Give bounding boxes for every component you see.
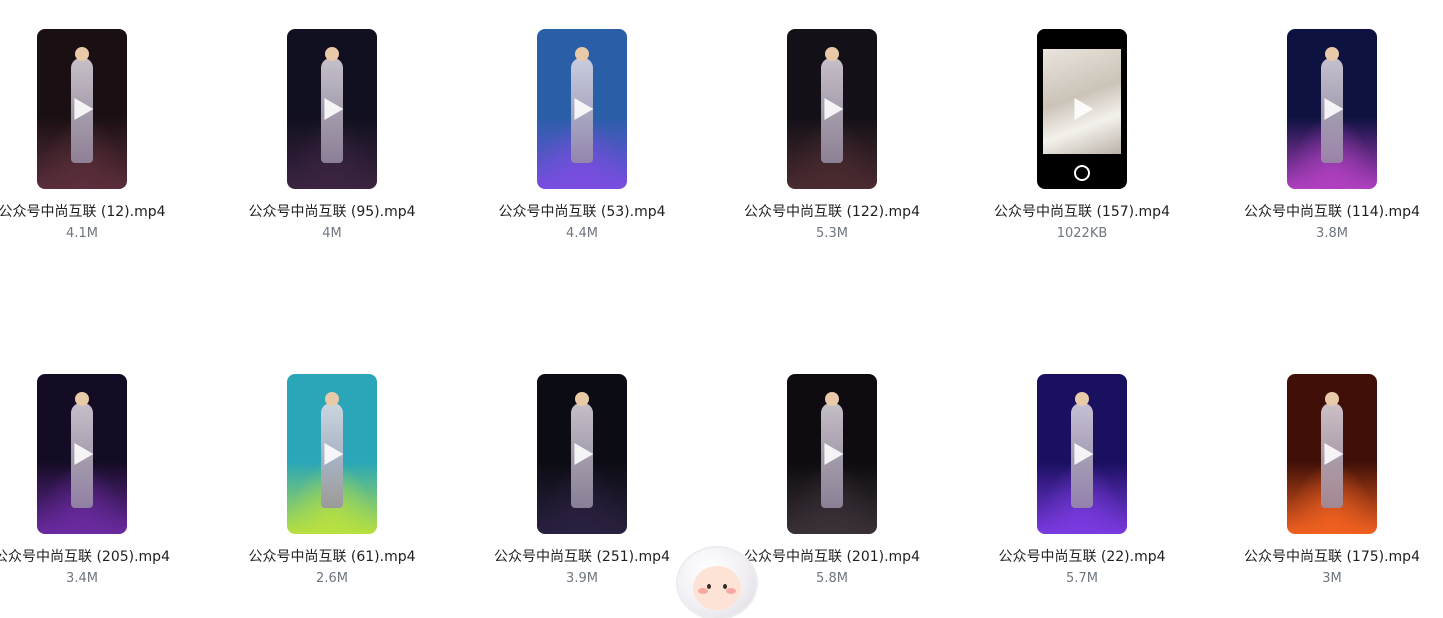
mascot-cheek	[698, 588, 708, 594]
file-name: 公众号中尚互联 (12).mp4	[0, 204, 166, 220]
video-file-tile[interactable]: 公众号中尚互联 (205).mp4 3.4M	[0, 374, 207, 590]
performer-head	[324, 391, 340, 406]
file-name: 公众号中尚互联 (122).mp4	[744, 204, 920, 220]
video-thumbnail[interactable]	[37, 374, 127, 534]
play-icon[interactable]	[74, 98, 94, 120]
play-icon[interactable]	[574, 98, 594, 120]
camera-shutter-icon	[1074, 165, 1090, 181]
video-file-tile[interactable]: 公众号中尚互联 (12).mp4 4.1M	[0, 29, 207, 245]
performer-head	[574, 46, 590, 61]
performer-head	[1324, 391, 1340, 406]
video-file-tile[interactable]: 公众号中尚互联 (251).mp4 3.9M	[457, 374, 707, 590]
file-size: 5.8M	[816, 571, 848, 586]
play-icon[interactable]	[574, 443, 594, 465]
file-size: 1022KB	[1056, 226, 1108, 241]
file-size: 2.6M	[316, 571, 348, 586]
video-thumbnail[interactable]	[37, 29, 127, 189]
file-name: 公众号中尚互联 (53).mp4	[498, 204, 666, 220]
video-thumbnail[interactable]	[1037, 374, 1127, 534]
video-thumbnail[interactable]	[537, 29, 627, 189]
play-icon[interactable]	[324, 98, 344, 120]
file-name: 公众号中尚互联 (251).mp4	[494, 549, 670, 565]
file-name: 公众号中尚互联 (205).mp4	[0, 549, 170, 565]
video-thumbnail[interactable]	[787, 29, 877, 189]
play-icon[interactable]	[824, 443, 844, 465]
video-thumbnail[interactable]	[287, 29, 377, 189]
video-thumbnail[interactable]	[537, 374, 627, 534]
play-icon[interactable]	[824, 98, 844, 120]
video-file-tile[interactable]: 公众号中尚互联 (114).mp4 3.8M	[1207, 29, 1443, 245]
video-thumbnail[interactable]	[1287, 374, 1377, 534]
file-name: 公众号中尚互联 (22).mp4	[998, 549, 1166, 565]
play-icon[interactable]	[1074, 98, 1094, 120]
video-file-tile[interactable]: 公众号中尚互联 (175).mp4 3M	[1207, 374, 1443, 590]
file-size: 3.8M	[1316, 226, 1348, 241]
file-name: 公众号中尚互联 (175).mp4	[1244, 549, 1420, 565]
performer-head	[74, 391, 90, 406]
video-file-tile[interactable]: 公众号中尚互联 (122).mp4 5.3M	[707, 29, 957, 245]
video-file-tile[interactable]: 公众号中尚互联 (53).mp4 4.4M	[457, 29, 707, 245]
video-file-tile[interactable]: 公众号中尚互联 (157).mp4 1022KB	[957, 29, 1207, 245]
file-size: 4M	[322, 226, 342, 241]
play-icon[interactable]	[1324, 98, 1344, 120]
video-thumbnail[interactable]	[287, 374, 377, 534]
file-size: 5.7M	[1066, 571, 1098, 586]
performer-head	[1324, 46, 1340, 61]
file-size: 4.1M	[66, 226, 98, 241]
file-name: 公众号中尚互联 (95).mp4	[248, 204, 416, 220]
performer-head	[324, 46, 340, 61]
performer-head	[1074, 391, 1090, 406]
performer-head	[74, 46, 90, 61]
file-name: 公众号中尚互联 (114).mp4	[1244, 204, 1420, 220]
file-size: 3M	[1322, 571, 1342, 586]
performer-head	[824, 46, 840, 61]
video-file-tile[interactable]: 公众号中尚互联 (22).mp4 5.7M	[957, 374, 1207, 590]
sheep-mascot-icon[interactable]	[676, 548, 758, 618]
file-name: 公众号中尚互联 (201).mp4	[744, 549, 920, 565]
video-thumbnail[interactable]	[1037, 29, 1127, 189]
play-icon[interactable]	[324, 443, 344, 465]
mascot-cheek	[726, 588, 736, 594]
play-icon[interactable]	[74, 443, 94, 465]
file-name: 公众号中尚互联 (157).mp4	[994, 204, 1170, 220]
video-file-tile[interactable]: 公众号中尚互联 (61).mp4 2.6M	[207, 374, 457, 590]
mascot-eye	[707, 584, 711, 589]
file-size: 5.3M	[816, 226, 848, 241]
performer-head	[574, 391, 590, 406]
phone-status-bar	[1037, 29, 1127, 49]
file-size: 3.9M	[566, 571, 598, 586]
play-icon[interactable]	[1074, 443, 1094, 465]
file-grid: 公众号中尚互联 (12).mp4 4.1M 公众号中尚互联 (95).mp4 4M 公众…	[0, 0, 1443, 601]
file-size: 4.4M	[566, 226, 598, 241]
file-size: 3.4M	[66, 571, 98, 586]
play-icon[interactable]	[1324, 443, 1344, 465]
file-name: 公众号中尚互联 (61).mp4	[248, 549, 416, 565]
video-thumbnail[interactable]	[787, 374, 877, 534]
video-thumbnail[interactable]	[1287, 29, 1377, 189]
performer-head	[824, 391, 840, 406]
video-file-tile[interactable]: 公众号中尚互联 (95).mp4 4M	[207, 29, 457, 245]
